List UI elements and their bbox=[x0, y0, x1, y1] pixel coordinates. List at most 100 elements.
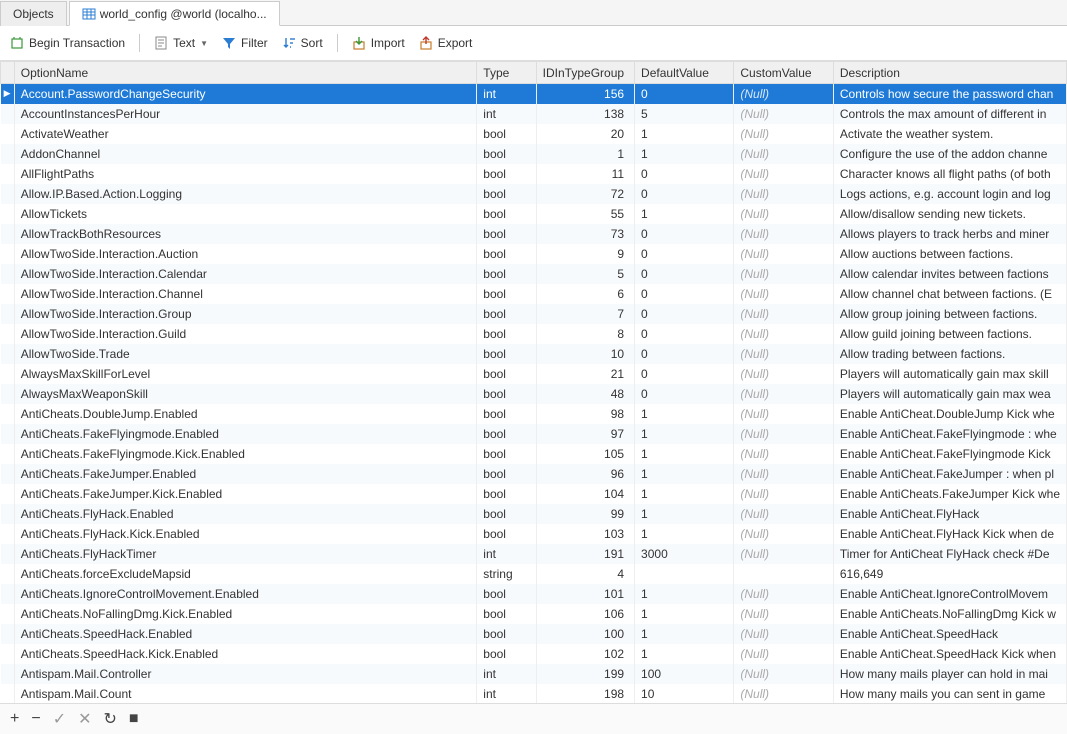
add-row-button[interactable]: + bbox=[10, 710, 19, 728]
cell-description[interactable]: Controls the max amount of different in bbox=[833, 104, 1066, 124]
cell-custom[interactable]: (Null) bbox=[734, 664, 833, 684]
cell-description[interactable]: Allow channel chat between factions. (E bbox=[833, 284, 1066, 304]
cell-description[interactable]: Enable AntiCheat.FakeFlyingmode : whe bbox=[833, 424, 1066, 444]
cell-type[interactable]: bool bbox=[477, 404, 536, 424]
cell-type[interactable]: bool bbox=[477, 264, 536, 284]
cell-default[interactable]: 1 bbox=[635, 404, 734, 424]
table-row[interactable]: AntiCheats.FlyHackTimerint1913000(Null)T… bbox=[1, 544, 1067, 564]
cell-custom[interactable]: (Null) bbox=[734, 544, 833, 564]
cell-id[interactable]: 8 bbox=[536, 324, 634, 344]
table-row[interactable]: AntiCheats.FakeFlyingmode.Enabledbool971… bbox=[1, 424, 1067, 444]
header-optionname[interactable]: OptionName bbox=[14, 62, 477, 84]
table-row[interactable]: AntiCheats.SpeedHack.Kick.Enabledbool102… bbox=[1, 644, 1067, 664]
cell-optionname[interactable]: Antispam.Mail.Controller bbox=[14, 664, 477, 684]
cell-default[interactable]: 0 bbox=[635, 284, 734, 304]
cell-default[interactable]: 1 bbox=[635, 524, 734, 544]
cell-type[interactable]: int bbox=[477, 664, 536, 684]
cell-description[interactable]: Allow trading between factions. bbox=[833, 344, 1066, 364]
cell-id[interactable]: 73 bbox=[536, 224, 634, 244]
cell-type[interactable]: bool bbox=[477, 444, 536, 464]
table-row[interactable]: AlwaysMaxSkillForLevelbool210(Null)Playe… bbox=[1, 364, 1067, 384]
table-row[interactable]: AntiCheats.FakeJumper.Enabledbool961(Nul… bbox=[1, 464, 1067, 484]
filter-button[interactable]: Filter bbox=[222, 36, 268, 50]
cell-optionname[interactable]: AlwaysMaxSkillForLevel bbox=[14, 364, 477, 384]
cell-custom[interactable]: (Null) bbox=[734, 424, 833, 444]
table-row[interactable]: AntiCheats.NoFallingDmg.Kick.Enabledbool… bbox=[1, 604, 1067, 624]
cell-custom[interactable]: (Null) bbox=[734, 604, 833, 624]
cell-custom[interactable]: (Null) bbox=[734, 344, 833, 364]
cancel-button[interactable]: ✕ bbox=[78, 709, 91, 729]
cell-description[interactable]: Allow guild joining between factions. bbox=[833, 324, 1066, 344]
header-custom[interactable]: CustomValue bbox=[734, 62, 833, 84]
cell-id[interactable]: 4 bbox=[536, 564, 634, 584]
cell-optionname[interactable]: AntiCheats.SpeedHack.Kick.Enabled bbox=[14, 644, 477, 664]
table-row[interactable]: AntiCheats.SpeedHack.Enabledbool1001(Nul… bbox=[1, 624, 1067, 644]
cell-type[interactable]: bool bbox=[477, 184, 536, 204]
table-row[interactable]: AllFlightPathsbool110(Null)Character kno… bbox=[1, 164, 1067, 184]
cell-default[interactable] bbox=[635, 564, 734, 584]
cell-id[interactable]: 21 bbox=[536, 364, 634, 384]
cell-default[interactable]: 100 bbox=[635, 664, 734, 684]
cell-type[interactable]: bool bbox=[477, 344, 536, 364]
table-row[interactable]: AntiCheats.FakeFlyingmode.Kick.Enabledbo… bbox=[1, 444, 1067, 464]
cell-id[interactable]: 102 bbox=[536, 644, 634, 664]
cell-optionname[interactable]: AntiCheats.IgnoreControlMovement.Enabled bbox=[14, 584, 477, 604]
cell-type[interactable]: bool bbox=[477, 164, 536, 184]
table-row[interactable]: AlwaysMaxWeaponSkillbool480(Null)Players… bbox=[1, 384, 1067, 404]
cell-optionname[interactable]: AllowTwoSide.Interaction.Auction bbox=[14, 244, 477, 264]
cell-default[interactable]: 0 bbox=[635, 264, 734, 284]
cell-optionname[interactable]: AllowTickets bbox=[14, 204, 477, 224]
cell-id[interactable]: 11 bbox=[536, 164, 634, 184]
cell-custom[interactable]: (Null) bbox=[734, 164, 833, 184]
cell-custom[interactable]: (Null) bbox=[734, 224, 833, 244]
cell-optionname[interactable]: AntiCheats.NoFallingDmg.Kick.Enabled bbox=[14, 604, 477, 624]
cell-description[interactable]: Allow group joining between factions. bbox=[833, 304, 1066, 324]
cell-optionname[interactable]: AllowTwoSide.Interaction.Group bbox=[14, 304, 477, 324]
cell-type[interactable]: bool bbox=[477, 644, 536, 664]
cell-id[interactable]: 6 bbox=[536, 284, 634, 304]
cell-optionname[interactable]: AllowTwoSide.Interaction.Guild bbox=[14, 324, 477, 344]
header-default[interactable]: DefaultValue bbox=[635, 62, 734, 84]
cell-optionname[interactable]: AddonChannel bbox=[14, 144, 477, 164]
cell-custom[interactable]: (Null) bbox=[734, 444, 833, 464]
table-row[interactable]: ▶Account.PasswordChangeSecurityint1560(N… bbox=[1, 84, 1067, 104]
cell-default[interactable]: 1 bbox=[635, 144, 734, 164]
cell-id[interactable]: 104 bbox=[536, 484, 634, 504]
cell-optionname[interactable]: AllowTwoSide.Trade bbox=[14, 344, 477, 364]
cell-custom[interactable] bbox=[734, 564, 833, 584]
cell-id[interactable]: 72 bbox=[536, 184, 634, 204]
cell-custom[interactable]: (Null) bbox=[734, 264, 833, 284]
cell-default[interactable]: 1 bbox=[635, 444, 734, 464]
cell-type[interactable]: bool bbox=[477, 284, 536, 304]
table-row[interactable]: Allow.IP.Based.Action.Loggingbool720(Nul… bbox=[1, 184, 1067, 204]
cell-type[interactable]: bool bbox=[477, 364, 536, 384]
cell-id[interactable]: 138 bbox=[536, 104, 634, 124]
cell-optionname[interactable]: AntiCheats.FakeFlyingmode.Enabled bbox=[14, 424, 477, 444]
cell-default[interactable]: 10 bbox=[635, 684, 734, 704]
cell-type[interactable]: bool bbox=[477, 624, 536, 644]
header-id[interactable]: IDInTypeGroup bbox=[536, 62, 634, 84]
cell-id[interactable]: 97 bbox=[536, 424, 634, 444]
cell-optionname[interactable]: AntiCheats.forceExcludeMapsid bbox=[14, 564, 477, 584]
cell-default[interactable]: 0 bbox=[635, 84, 734, 104]
table-container[interactable]: OptionName Type IDInTypeGroup DefaultVal… bbox=[0, 61, 1067, 704]
cell-description[interactable]: How many mails you can sent in game bbox=[833, 684, 1066, 704]
cell-custom[interactable]: (Null) bbox=[734, 524, 833, 544]
text-button[interactable]: Text ▼ bbox=[154, 36, 208, 50]
cell-description[interactable]: Enable AntiCheat.SpeedHack Kick when bbox=[833, 644, 1066, 664]
table-row[interactable]: AddonChannelbool11(Null)Configure the us… bbox=[1, 144, 1067, 164]
cell-default[interactable]: 1 bbox=[635, 204, 734, 224]
cell-custom[interactable]: (Null) bbox=[734, 404, 833, 424]
cell-custom[interactable]: (Null) bbox=[734, 364, 833, 384]
cell-default[interactable]: 1 bbox=[635, 644, 734, 664]
cell-id[interactable]: 198 bbox=[536, 684, 634, 704]
cell-default[interactable]: 1 bbox=[635, 464, 734, 484]
cell-custom[interactable]: (Null) bbox=[734, 624, 833, 644]
cell-id[interactable]: 191 bbox=[536, 544, 634, 564]
cell-optionname[interactable]: AllowTwoSide.Interaction.Calendar bbox=[14, 264, 477, 284]
tab-world-config[interactable]: world_config @world (localho... bbox=[69, 1, 280, 26]
cell-optionname[interactable]: AntiCheats.SpeedHack.Enabled bbox=[14, 624, 477, 644]
cell-optionname[interactable]: AccountInstancesPerHour bbox=[14, 104, 477, 124]
cell-default[interactable]: 0 bbox=[635, 164, 734, 184]
cell-default[interactable]: 1 bbox=[635, 424, 734, 444]
